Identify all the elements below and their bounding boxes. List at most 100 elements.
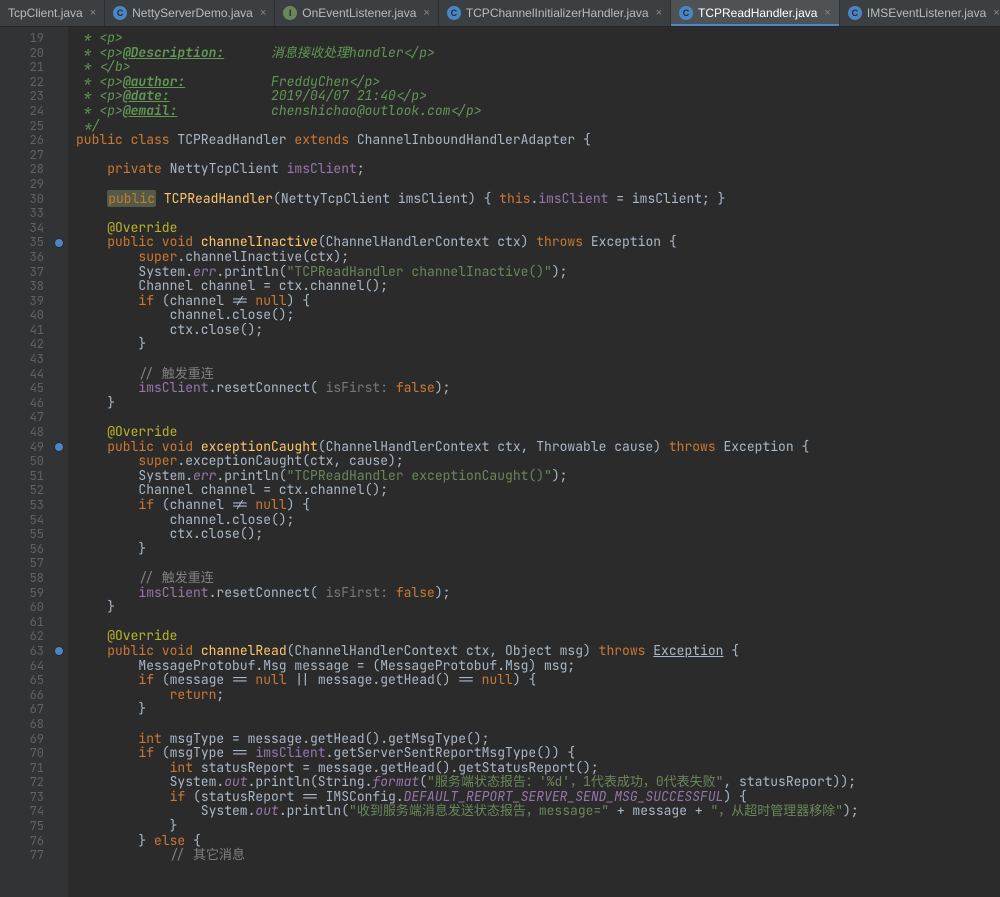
gutter-marker-slot <box>50 337 68 352</box>
line-number: 75 <box>0 819 44 834</box>
line-number: 25 <box>0 119 44 134</box>
close-icon[interactable]: × <box>824 7 830 19</box>
line-number: 49 <box>0 440 44 455</box>
line-number: 48 <box>0 425 44 440</box>
close-icon[interactable]: × <box>260 7 266 19</box>
code-line[interactable]: public TCPReadHandler(NettyTcpClient ims… <box>76 192 1000 207</box>
gutter-marker-slot <box>50 89 68 104</box>
code-line[interactable]: * <p>@email: chenshichao@outlook.com</p> <box>76 104 1000 119</box>
code-line[interactable]: private NettyTcpClient imsClient; <box>76 162 1000 177</box>
line-number: 37 <box>0 265 44 280</box>
line-number: 77 <box>0 848 44 863</box>
line-number-gutter: 1920212223242526272829303334353637383940… <box>0 27 50 897</box>
code-line[interactable] <box>76 615 1000 630</box>
gutter-marker-slot <box>50 804 68 819</box>
gutter-marker-slot <box>50 250 68 265</box>
line-number: 39 <box>0 294 44 309</box>
code-line[interactable]: } <box>76 396 1000 411</box>
code-line[interactable]: return; <box>76 688 1000 703</box>
gutter-marker-slot <box>50 629 68 644</box>
close-icon[interactable]: × <box>656 7 662 19</box>
override-marker-icon[interactable] <box>55 443 63 451</box>
line-number: 55 <box>0 527 44 542</box>
code-line[interactable]: ctx.close(); <box>76 527 1000 542</box>
code-area[interactable]: * <p> * <p>@Description: 消息接收处理handler</… <box>68 27 1000 897</box>
code-line[interactable]: * <p>@Description: 消息接收处理handler</p> <box>76 46 1000 61</box>
code-line[interactable] <box>76 206 1000 221</box>
gutter-marker-slot <box>50 279 68 294</box>
line-number: 76 <box>0 834 44 849</box>
code-line[interactable] <box>76 410 1000 425</box>
close-icon[interactable]: × <box>993 7 999 19</box>
code-line[interactable]: imsClient.resetConnect( isFirst: false); <box>76 586 1000 601</box>
code-line[interactable]: } <box>76 337 1000 352</box>
code-line[interactable]: imsClient.resetConnect( isFirst: false); <box>76 381 1000 396</box>
class-file-icon: C <box>848 6 862 20</box>
gutter-marker-slot <box>50 31 68 46</box>
gutter-marker-slot <box>50 527 68 542</box>
line-number: 33 <box>0 206 44 221</box>
close-icon[interactable]: × <box>90 7 96 19</box>
editor-tab[interactable]: IOnEventListener.java× <box>275 0 439 26</box>
line-number: 70 <box>0 746 44 761</box>
code-line[interactable]: public class TCPReadHandler extends Chan… <box>76 133 1000 148</box>
gutter-marker-slot <box>50 702 68 717</box>
gutter-marker-slot <box>50 352 68 367</box>
line-number: 65 <box>0 673 44 688</box>
gutter-marker-slot <box>50 367 68 382</box>
line-number: 43 <box>0 352 44 367</box>
code-line[interactable] <box>76 556 1000 571</box>
line-number: 24 <box>0 104 44 119</box>
line-number: 61 <box>0 615 44 630</box>
line-number: 59 <box>0 586 44 601</box>
line-number: 38 <box>0 279 44 294</box>
code-line[interactable]: } <box>76 542 1000 557</box>
gutter-marker-slot <box>50 148 68 163</box>
gutter-marker-slot <box>50 732 68 747</box>
tab-label: NettyServerDemo.java <box>132 6 253 20</box>
editor-tab[interactable]: CTCPChannelInitializerHandler.java× <box>439 0 671 26</box>
line-number: 73 <box>0 790 44 805</box>
gutter-marker-slot <box>50 746 68 761</box>
line-number: 63 <box>0 644 44 659</box>
gutter-marker-slot <box>50 308 68 323</box>
gutter-marker-slot <box>50 265 68 280</box>
line-number: 46 <box>0 396 44 411</box>
gutter-marker-slot <box>50 600 68 615</box>
editor-tab[interactable]: CTCPReadHandler.java× <box>671 0 840 26</box>
gutter-marker-slot <box>50 498 68 513</box>
override-marker-gutter <box>50 27 68 897</box>
line-number: 35 <box>0 235 44 250</box>
close-icon[interactable]: × <box>423 7 429 19</box>
code-line[interactable]: } <box>76 819 1000 834</box>
line-number: 20 <box>0 46 44 61</box>
gutter-marker-slot <box>50 323 68 338</box>
code-line[interactable]: System.out.println("收到服务端消息发送状态报告，messag… <box>76 804 1000 819</box>
gutter-marker-slot <box>50 571 68 586</box>
gutter-marker-slot <box>50 586 68 601</box>
gutter-marker-slot <box>50 454 68 469</box>
gutter-marker-slot <box>50 396 68 411</box>
gutter-marker-slot <box>50 177 68 192</box>
override-marker-icon[interactable] <box>55 647 63 655</box>
gutter-marker-slot <box>50 119 68 134</box>
line-number: 69 <box>0 732 44 747</box>
gutter-marker-slot <box>50 848 68 863</box>
editor-tab[interactable]: TcpClient.java× <box>0 0 105 26</box>
line-number: 50 <box>0 454 44 469</box>
line-number: 66 <box>0 688 44 703</box>
code-line[interactable]: } <box>76 600 1000 615</box>
editor-tab[interactable]: CNettyServerDemo.java× <box>105 0 275 26</box>
gutter-marker-slot <box>50 75 68 90</box>
gutter-marker-slot <box>50 659 68 674</box>
code-line[interactable]: } <box>76 702 1000 717</box>
line-number: 62 <box>0 629 44 644</box>
code-line[interactable] <box>76 352 1000 367</box>
gutter-marker-slot <box>50 381 68 396</box>
override-marker-icon[interactable] <box>55 239 63 247</box>
code-editor: 1920212223242526272829303334353637383940… <box>0 27 1000 897</box>
code-line[interactable]: ctx.close(); <box>76 323 1000 338</box>
editor-tab[interactable]: CIMSEventListener.java× <box>840 0 1000 26</box>
line-number: 74 <box>0 804 44 819</box>
code-line[interactable]: // 其它消息 <box>76 848 1000 863</box>
